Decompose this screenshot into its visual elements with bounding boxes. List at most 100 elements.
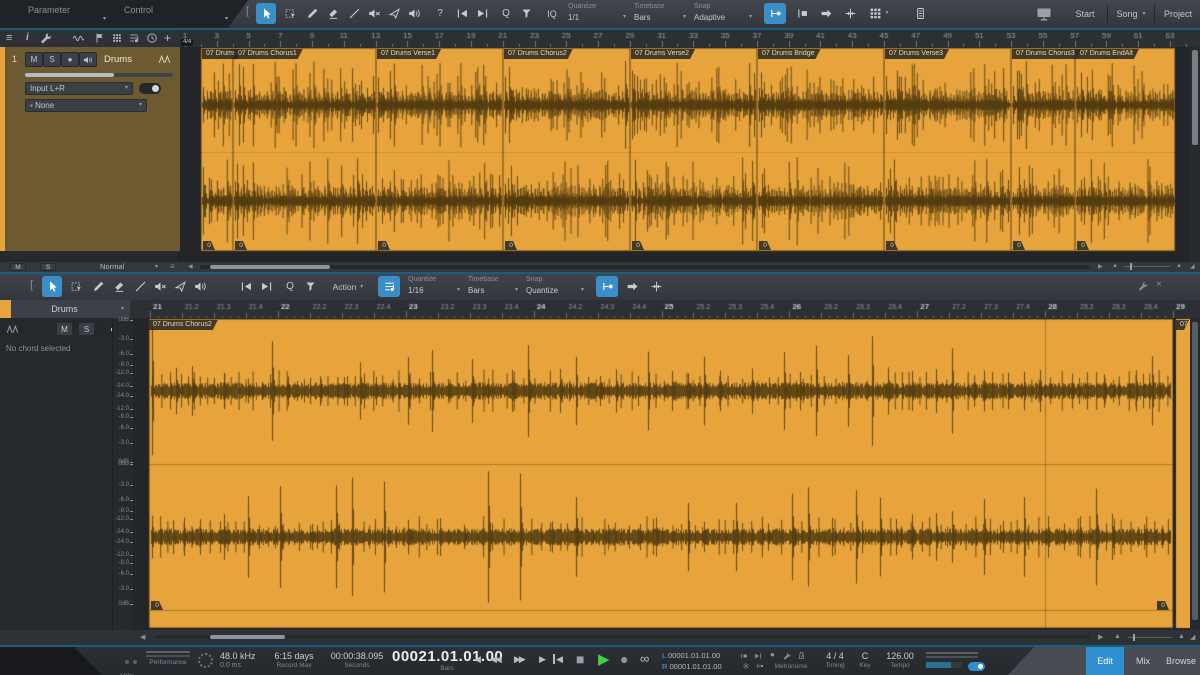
zoom-up-icon[interactable]: ▲ <box>1114 633 1121 640</box>
clip-gain-badge-left[interactable]: 0 <box>151 601 163 610</box>
macro-button[interactable] <box>300 276 320 297</box>
clip-gain-badge-right[interactable]: 0 <box>1157 601 1169 610</box>
mute-tool-button[interactable] <box>150 276 170 297</box>
track-name[interactable]: Drums <box>104 54 132 65</box>
close-icon[interactable]: × <box>1156 279 1162 290</box>
clip-label[interactable]: 07 Drums Chorus2 <box>504 49 573 59</box>
clip-label[interactable]: 07 Drums Bridge <box>758 49 821 59</box>
record-mode-icon[interactable]: ● <box>770 650 775 659</box>
tempo-clock-icon[interactable] <box>146 32 158 44</box>
macro-grid-button[interactable]: ▾ <box>866 3 892 24</box>
rewind-button[interactable]: ◀◀ <box>490 654 502 665</box>
track-solo-button[interactable]: S <box>43 52 61 67</box>
clip-gain-badge[interactable]: 0 <box>759 241 771 250</box>
range-tool-button[interactable] <box>66 276 86 297</box>
editor-mute-button[interactable]: M <box>56 322 73 336</box>
vscroll-thumb[interactable] <box>1192 322 1198 620</box>
loop-button[interactable]: ∞ <box>640 651 649 666</box>
preroll-icon[interactable] <box>740 652 748 660</box>
arrangement-ruler[interactable] <box>178 30 1200 47</box>
clip-gain-badge[interactable]: 0 <box>235 241 247 250</box>
play-from-selection-button[interactable] <box>236 276 256 297</box>
arrange-hscrollbar[interactable] <box>200 265 1090 269</box>
editor-vscrollbar[interactable] <box>1190 318 1200 630</box>
zoom-slider[interactable] <box>1128 634 1172 641</box>
zoom-slider-knob[interactable] <box>1130 263 1132 270</box>
snap-toggle-button[interactable] <box>596 276 618 297</box>
editor-track-selector[interactable]: Drums ▾ <box>0 300 130 318</box>
snap-select[interactable]: Quantize ▾ <box>526 284 584 297</box>
editor-settings-icon[interactable] <box>1138 281 1148 291</box>
key-display[interactable]: C Key <box>856 651 874 670</box>
volume-slider[interactable] <box>926 662 962 668</box>
bend-tool-button[interactable] <box>170 276 190 297</box>
clip-gain-badge[interactable]: 0 <box>1077 241 1089 250</box>
vscroll-thumb[interactable] <box>1192 50 1198 145</box>
next-clip-label[interactable]: 07 <box>1176 320 1189 330</box>
help-button[interactable]: ? <box>430 3 450 24</box>
inspector-icon[interactable]: i <box>26 32 29 43</box>
song-page-button[interactable]: Song ▾ <box>1110 0 1152 28</box>
timing-display[interactable]: 4 / 4 Timing <box>818 651 852 670</box>
performance-ram-button[interactable] <box>910 3 930 24</box>
project-page-button[interactable]: Project <box>1156 0 1200 28</box>
corner-resize-icon[interactable]: ◢ <box>1190 263 1195 270</box>
waveform-view-icon[interactable] <box>158 53 171 66</box>
clip-gain-badge[interactable]: 0 <box>1013 241 1025 250</box>
track-instrument-select[interactable]: ▪ None ▾ <box>25 99 147 112</box>
arrange-vscrollbar[interactable] <box>1190 47 1200 262</box>
line-tool-button[interactable] <box>130 276 150 297</box>
performance-meter[interactable]: Performance <box>146 651 190 667</box>
hscroll-thumb[interactable] <box>210 265 330 269</box>
global-solo-button[interactable]: S <box>40 263 56 271</box>
clip-gain-badge[interactable]: 0 <box>378 241 390 250</box>
global-mute-button[interactable]: M <box>10 263 26 271</box>
iq-input-quantize-button[interactable]: IQ <box>540 3 564 24</box>
hscroll-thumb[interactable] <box>210 635 285 639</box>
clip-label[interactable]: 07 Drums Chorus3 <box>1012 49 1081 59</box>
bars-display[interactable]: 00021.01.01.00 Bars <box>392 648 503 673</box>
snap-toggle-button[interactable] <box>764 3 786 24</box>
record-settings-icon[interactable] <box>783 652 791 660</box>
autopunch-icon[interactable] <box>754 652 762 660</box>
clip-label[interactable]: 07 Drums Verse1 <box>377 49 441 59</box>
tool-settings-icon[interactable] <box>40 32 52 44</box>
clip-gain-badge[interactable]: 0 <box>505 241 517 250</box>
zoom-loupe-button[interactable]: Q <box>496 3 516 24</box>
zoom-out-icon[interactable]: ▶ <box>1098 633 1103 641</box>
zoom-slider[interactable] <box>1124 263 1170 270</box>
automation-icon[interactable] <box>72 32 85 45</box>
loop-range-display[interactable]: L 00001.01.01.00 R 00001.01.01.00 <box>662 650 722 672</box>
list-icon[interactable]: ≡ <box>170 262 175 272</box>
arrow-tool-button[interactable] <box>42 276 62 297</box>
grid-icon[interactable] <box>112 33 122 43</box>
range-tool-button[interactable] <box>280 3 300 24</box>
bend-tool-button[interactable] <box>384 3 404 24</box>
automation-mode-select[interactable]: Normal <box>100 262 124 272</box>
track-record-arm-button[interactable]: ● <box>61 52 79 67</box>
editor-clip-label[interactable]: 07 Drums Chorus2 <box>149 320 218 330</box>
track-monitor-button[interactable] <box>79 52 97 67</box>
snap-select[interactable]: Adaptive ▾ <box>694 11 752 24</box>
mute-tool-button[interactable] <box>364 3 384 24</box>
play-to-selection-button[interactable] <box>256 276 276 297</box>
record-button[interactable]: ● <box>620 651 628 667</box>
tab-control[interactable]: Control <box>124 5 153 15</box>
clip-gain-badge[interactable]: 0 <box>632 241 644 250</box>
quantize-select[interactable]: 1/1 ▾ <box>568 11 626 24</box>
precount-icon[interactable] <box>756 662 764 670</box>
edit-view-button[interactable]: Edit <box>1086 647 1124 675</box>
eraser-tool-button[interactable] <box>323 3 343 24</box>
add-track-icon[interactable]: + <box>164 31 171 45</box>
macro-button[interactable] <box>516 3 536 24</box>
autoscroll-button[interactable] <box>792 3 812 24</box>
zoom-in-icon[interactable]: ▲ <box>1178 633 1185 640</box>
mix-view-button[interactable]: Mix <box>1124 647 1162 675</box>
metronome-icon[interactable] <box>797 651 806 660</box>
track-input-select[interactable]: Input L+R ▾ <box>25 82 133 95</box>
tab-control-caret[interactable]: ▾ <box>225 13 228 26</box>
tab-parameter[interactable]: Parameter <box>28 5 70 15</box>
monitor-detach-icon[interactable] <box>1032 3 1056 24</box>
editor-hscrollbar[interactable] <box>155 635 1090 639</box>
clip-label[interactable]: 07 Drums Chorus1 <box>234 49 303 59</box>
